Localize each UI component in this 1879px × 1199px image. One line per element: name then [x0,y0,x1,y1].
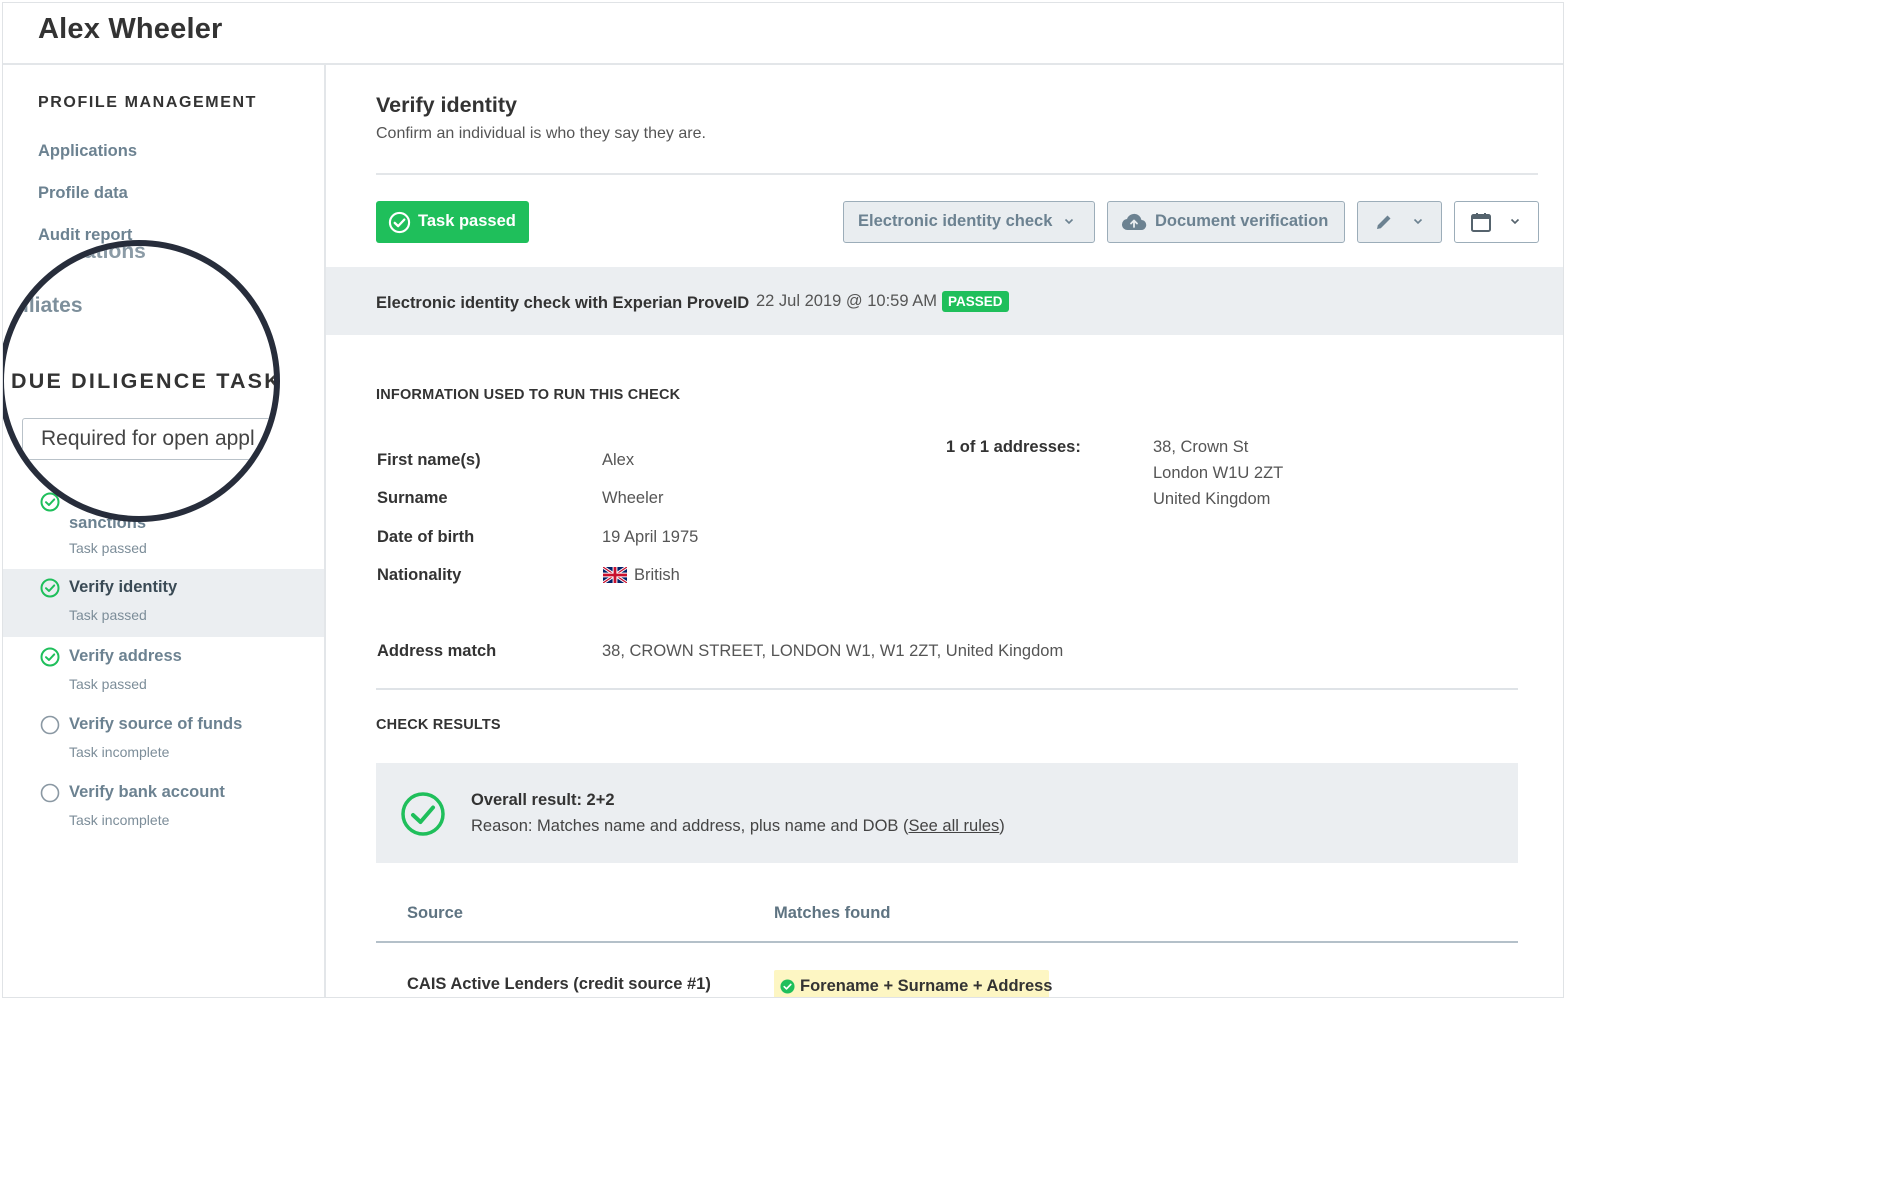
sidebar-task-label: Verify address [69,647,182,665]
check-circle-icon [40,647,60,667]
sidebar: PROFILE MANAGEMENT Applications Profile … [3,65,326,997]
sidebar-task-status: Task incomplete [69,812,170,828]
column-header-source: Source [407,904,463,922]
magnified-affiliates-link[interactable]: filiates [16,294,83,318]
chevron-down-icon [1064,218,1074,225]
pencil-icon [1377,215,1391,229]
empty-circle-icon [40,783,60,803]
empty-circle-icon [40,715,60,735]
page-title: Verify identity [376,93,517,117]
task-passed-button[interactable]: Task passed [376,201,529,243]
sidebar-task-verify-address[interactable]: Verify address Task passed [3,638,324,706]
task-filter-select[interactable]: Required for open appl ⬍ [22,418,274,460]
column-header-matches-found: Matches found [774,904,891,922]
passed-status-badge: PASSED [942,291,1009,312]
check-circle-icon [388,211,411,234]
sidebar-task-status: Task passed [69,540,147,556]
table-header-divider [376,941,1518,943]
surname-value: Wheeler [602,489,664,507]
chevron-down-icon [1413,218,1423,225]
check-circle-icon [401,792,445,836]
task-passed-label: Task passed [418,212,516,230]
magnified-link: C [34,266,50,289]
calendar-dropdown[interactable] [1454,201,1539,243]
nationality-value: British [634,566,680,584]
divider [376,173,1538,175]
divider [376,688,1518,690]
document-verification-label: Document verification [1155,212,1329,230]
chevron-down-icon [1510,218,1520,225]
top-bar: Alex Wheeler [3,3,1563,65]
sidebar-task-label: Verify bank account [69,783,225,801]
overall-result-box: Overall result: 2+2 Reason: Matches name… [376,763,1518,863]
check-circle-filled-icon [780,979,795,994]
check-summary-banner: Electronic identity check with Experian … [326,267,1563,335]
check-circle-icon [40,578,60,598]
sidebar-task-verify-identity[interactable]: Verify identity Task passed [3,569,324,637]
electronic-identity-check-dropdown[interactable]: Electronic identity check [843,201,1095,243]
magnifier-lens: ations C filiates DUE DILIGENCE TASKS Re… [3,240,280,522]
table-cell-source: CAIS Active Lenders (credit source #1) [407,975,711,993]
result-reason: Reason: Matches name and address, plus n… [471,817,1005,836]
page-subtitle: Confirm an individual is who they say th… [376,125,706,142]
surname-label: Surname [377,489,448,507]
main-content: Verify identity Confirm an individual is… [326,65,1563,997]
address-line: London W1U 2ZT [1153,464,1284,482]
sidebar-link-applications[interactable]: Applications [38,142,137,161]
due-diligence-tasks-heading: DUE DILIGENCE TASKS [11,369,280,393]
sidebar-task-verify-source-of-funds[interactable]: Verify source of funds Task incomplete [3,706,324,774]
sidebar-task-label: Verify source of funds [69,715,243,733]
sidebar-link-profile-data[interactable]: Profile data [38,184,128,203]
profile-name-title: Alex Wheeler [38,13,223,45]
document-verification-button[interactable]: Document verification [1107,201,1345,243]
nationality-label: Nationality [377,566,462,584]
check-results-heading: CHECK RESULTS [376,717,501,733]
check-title: Electronic identity check with Experian … [376,294,750,312]
sidebar-task-status: Task passed [69,676,147,692]
dob-label: Date of birth [377,528,475,546]
reason-text: Reason: Matches name and address, plus n… [471,817,909,835]
addresses-count-label: 1 of 1 addresses: [946,438,1081,456]
match-found-badge: Forename + Surname + Address [774,970,1053,997]
check-datetime: 22 Jul 2019 @ 10:59 AM [756,292,937,310]
address-match-label: Address match [377,642,497,660]
cloud-upload-icon [1121,213,1147,231]
info-section-heading: INFORMATION USED TO RUN THIS CHECK [376,387,681,403]
address-line: 38, Crown St [1153,438,1249,456]
first-name-label: First name(s) [377,451,481,469]
uk-flag-icon [603,567,627,583]
reason-close: ) [999,817,1005,835]
task-filter-select-value: Required for open appl [41,427,255,450]
sidebar-task-status: Task passed [69,607,147,623]
dob-value: 19 April 1975 [602,528,699,546]
first-name-value: Alex [602,451,635,469]
edit-dropdown[interactable] [1357,201,1442,243]
match-found-label: Forename + Surname + Address [800,977,1053,995]
calendar-icon [1471,213,1491,232]
sidebar-task-verify-bank-account[interactable]: Verify bank account Task incomplete [3,774,324,842]
eid-check-label: Electronic identity check [858,212,1053,230]
profile-management-heading: PROFILE MANAGEMENT [38,94,258,111]
see-all-rules-link[interactable]: See all rules [908,817,999,835]
address-match-value: 38, CROWN STREET, LONDON W1, W1 2ZT, Uni… [602,642,1064,660]
app-window: Alex Wheeler PROFILE MANAGEMENT Applicat… [2,2,1564,998]
address-line: United Kingdom [1153,490,1271,508]
sidebar-task-status: Task incomplete [69,744,170,760]
overall-result-text: Overall result: 2+2 [471,791,615,809]
sidebar-task-label: Verify identity [69,578,178,596]
